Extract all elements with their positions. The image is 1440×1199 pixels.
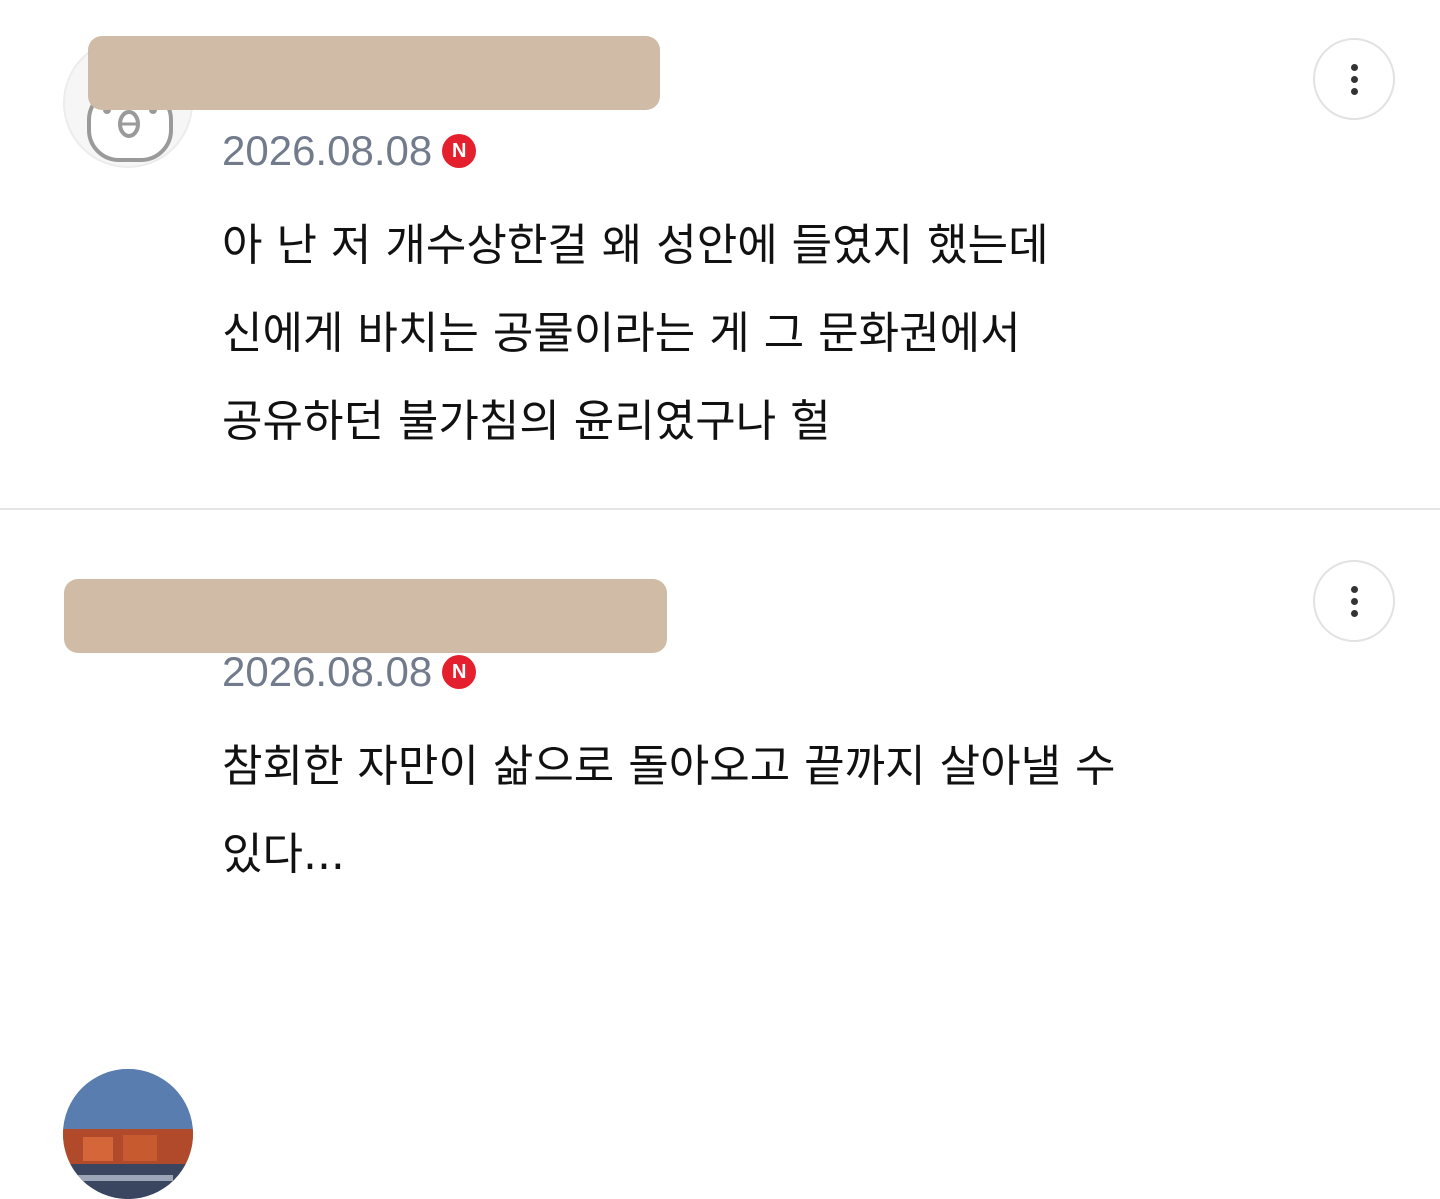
comment-body: 아 난 저 개수상한걸 왜 성안에 들였지 했는데 신에게 바치는 공물이라는 … [222,202,1382,466]
comment-date: 2026.08.08 [222,648,433,695]
more-options-button[interactable] [1313,38,1395,120]
comment-meta: 2026.08.08 N [222,647,477,697]
n-badge-icon: N [442,655,477,689]
comment-body: 참회한 자만이 삶으로 돌아오고 끝까지 살아낼 수 있다... [222,723,1382,899]
avatar-photo-icon [63,1069,193,1199]
username-redaction [64,579,667,653]
comment-item: 2026.08.08 N 참회한 자만이 삶으로 돌아오고 끝까지 살아낼 수 … [0,510,1440,1199]
comment-body-line: 참회한 자만이 삶으로 돌아오고 끝까지 살아낼 수 [222,741,1116,792]
comment-date: 2026.08.08 [222,127,433,174]
comment-body-line: 아 난 저 개수상한걸 왜 성안에 들였지 했는데 [222,220,1049,271]
more-options-button[interactable] [1313,560,1395,642]
comment-meta: 2026.08.08 N [222,126,477,176]
comment-body-line: 있다... [222,829,345,880]
comment-body-line: 신에게 바치는 공물이라는 게 그 문화권에서 [222,308,1021,359]
comment-item: 2026.08.08 N 아 난 저 개수상한걸 왜 성안에 들였지 했는데 신… [0,0,1440,508]
avatar[interactable] [63,1069,193,1199]
more-vertical-icon [1350,585,1358,593]
username-redaction [88,36,660,110]
more-vertical-icon [1350,63,1358,71]
comment-body-line: 공유하던 불가침의 윤리였구나 헐 [222,396,831,447]
n-badge-icon: N [442,134,477,168]
